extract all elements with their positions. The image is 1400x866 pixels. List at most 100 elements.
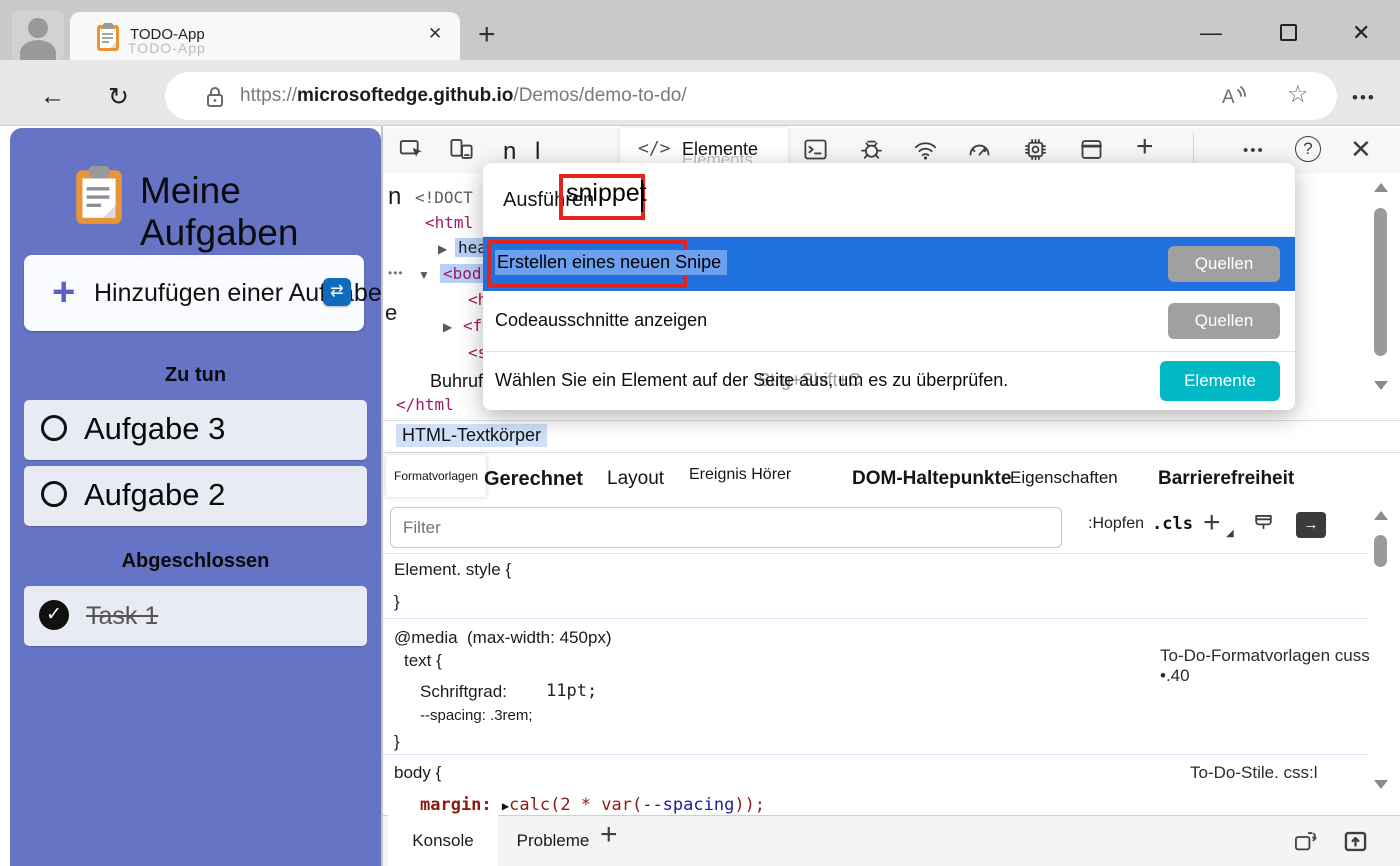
- css-property-spacing[interactable]: --spacing: .3rem;: [420, 707, 533, 724]
- scroll-down-arrow[interactable]: [1374, 381, 1388, 390]
- profile-avatar[interactable]: [12, 10, 64, 62]
- breadcrumb[interactable]: HTML-Textkörper: [396, 424, 547, 447]
- new-rule-caret-icon: ◢: [1226, 528, 1234, 539]
- css-margin-declaration[interactable]: margin: ▶calc(2 * var(--spacing));: [420, 795, 765, 815]
- tab-accessibility[interactable]: Barrierefreiheit: [1158, 468, 1294, 490]
- read-aloud-icon[interactable]: A: [1220, 83, 1248, 109]
- tab-styles[interactable]: Formatvorlagen: [386, 455, 486, 497]
- refresh-button[interactable]: ↻: [108, 82, 129, 112]
- dom-html-open[interactable]: <html: [425, 213, 473, 232]
- stylesheet-link[interactable]: To-Do-Stile. css:l: [1190, 763, 1318, 783]
- devtools-menu-icon[interactable]: •••: [1243, 142, 1265, 159]
- body-selector[interactable]: body {: [394, 763, 441, 783]
- command-item-label: Codeausschnitte anzeigen: [495, 310, 707, 331]
- command-input[interactable]: snippet: [566, 179, 647, 208]
- window-minimize-button[interactable]: —: [1200, 20, 1222, 46]
- inspect-element-icon[interactable]: [398, 136, 425, 163]
- command-item-selected[interactable]: Erstellen eines neuen Snipe Quellen: [483, 237, 1295, 291]
- favorites-star-icon[interactable]: ☆: [1287, 80, 1309, 109]
- stray-fragment: n: [388, 183, 401, 211]
- scrollbar-thumb[interactable]: [1374, 208, 1387, 356]
- drawer-add-tab-icon[interactable]: +: [600, 818, 618, 852]
- network-wifi-icon[interactable]: [912, 136, 939, 163]
- scrollbar-thumb[interactable]: [1374, 535, 1387, 567]
- tab-issues[interactable]: Probleme: [508, 815, 598, 866]
- code-brackets-icon: </>: [638, 138, 671, 159]
- device-emulation-icon[interactable]: [448, 136, 475, 163]
- stylesheet-link[interactable]: To-Do-Formatvorlagen cuss •.40: [1160, 646, 1400, 686]
- browser-menu-icon[interactable]: •••: [1352, 88, 1376, 108]
- toggle-computed-pane-icon[interactable]: →: [1296, 512, 1326, 538]
- plus-icon: +: [52, 273, 75, 311]
- svg-text:A: A: [1222, 87, 1235, 108]
- memory-chip-icon[interactable]: [1022, 136, 1049, 163]
- devtools-close-icon[interactable]: ✕: [1350, 134, 1372, 165]
- brush-rendering-icon[interactable]: [1250, 512, 1277, 539]
- task-checkbox-icon[interactable]: [41, 481, 67, 507]
- scroll-up-arrow[interactable]: [1374, 183, 1388, 192]
- dom-body-open[interactable]: <bod: [440, 264, 485, 283]
- bug-icon[interactable]: [858, 136, 885, 163]
- new-tab-button[interactable]: +: [478, 18, 496, 52]
- divider: [383, 553, 1368, 554]
- undock-drawer-icon[interactable]: [1292, 828, 1319, 855]
- window-close-button[interactable]: ✕: [1352, 20, 1370, 46]
- stray-fragment: e: [385, 300, 397, 326]
- tab-properties[interactable]: Eigenschaften: [1010, 468, 1118, 488]
- more-tools-add-icon[interactable]: +: [1136, 130, 1154, 164]
- expand-arrow-icon[interactable]: ▶: [438, 242, 447, 256]
- tab-console[interactable]: Konsole: [388, 815, 498, 866]
- new-style-rule-icon[interactable]: +: [1203, 506, 1221, 540]
- console-drawer-icon[interactable]: [802, 136, 829, 163]
- divider: [383, 754, 1368, 755]
- translate-badge-icon[interactable]: ⇄: [323, 278, 351, 306]
- command-item[interactable]: Codeausschnitte anzeigen Quellen: [483, 291, 1295, 351]
- styles-filter-input[interactable]: [390, 507, 1062, 548]
- tab-dom-breakpoints[interactable]: DOM-Haltepunkte: [852, 468, 1011, 490]
- tab-computed[interactable]: Gerechnet: [484, 468, 583, 491]
- task-item[interactable]: Aufgabe 2: [24, 466, 367, 526]
- help-icon[interactable]: ?: [1295, 136, 1321, 162]
- task-checked-icon[interactable]: ✓: [39, 600, 69, 630]
- dom-more-menu-icon[interactable]: •••: [388, 266, 404, 280]
- avatar-head: [28, 18, 48, 38]
- scroll-up-arrow[interactable]: [1374, 511, 1388, 520]
- css-value-font-size[interactable]: 11pt;: [546, 681, 597, 701]
- window-maximize-button[interactable]: [1280, 24, 1297, 41]
- text-selector[interactable]: text {: [404, 651, 442, 671]
- hover-toggle[interactable]: :Hopfen: [1088, 515, 1144, 533]
- collapse-arrow-icon[interactable]: ▼: [418, 268, 430, 282]
- back-button[interactable]: ←: [40, 82, 65, 111]
- tab-event-listeners[interactable]: Ereignis Hörer: [689, 466, 791, 484]
- url-field[interactable]: https://microsoftedge.github.io/Demos/de…: [165, 72, 1337, 120]
- lock-icon: [205, 85, 225, 109]
- scroll-down-arrow[interactable]: [1374, 780, 1388, 789]
- command-item-label: Erstellen eines neuen Snipe: [495, 250, 727, 275]
- dom-f[interactable]: <f: [463, 316, 482, 335]
- element-style-selector[interactable]: Element. style {: [394, 560, 511, 580]
- task-checkbox-icon[interactable]: [41, 415, 67, 441]
- dom-doctype[interactable]: <!DOCT: [415, 188, 473, 207]
- media-query[interactable]: @media (max-width: 450px): [394, 628, 612, 648]
- css-property-font-size[interactable]: Schriftgrad:: [420, 682, 507, 702]
- todo-clipboard-icon: [74, 164, 124, 226]
- browser-tab[interactable]: TODO-App TODO-App ✕: [70, 12, 460, 60]
- task-item[interactable]: Aufgabe 3: [24, 400, 367, 460]
- stray-word: Buhruf: [430, 371, 483, 392]
- command-item[interactable]: Strg+Shift+C Wählen Sie ein Element auf …: [483, 352, 1295, 410]
- expand-arrow-icon[interactable]: ▶: [443, 320, 452, 334]
- expand-drawer-icon[interactable]: [1342, 828, 1369, 855]
- done-section-heading: Abgeschlossen: [10, 550, 381, 573]
- tab-close-icon[interactable]: ✕: [428, 24, 442, 44]
- tab-favicon-clipboard-icon: [96, 22, 120, 52]
- dom-html-close[interactable]: </html: [396, 395, 454, 414]
- add-task-button[interactable]: + Hinzufügen einer Aufgabe: [24, 255, 364, 331]
- application-panel-icon[interactable]: [1078, 136, 1105, 163]
- tab-layout[interactable]: Layout: [607, 468, 664, 490]
- cls-toggle[interactable]: .cls: [1152, 514, 1193, 534]
- task-label: Aufgabe 2: [84, 477, 225, 513]
- performance-gauge-icon[interactable]: [966, 136, 993, 163]
- avatar-body: [20, 40, 56, 62]
- completed-task-item[interactable]: ✓ Task 1: [24, 586, 367, 646]
- source-badge: Quellen: [1168, 246, 1280, 282]
